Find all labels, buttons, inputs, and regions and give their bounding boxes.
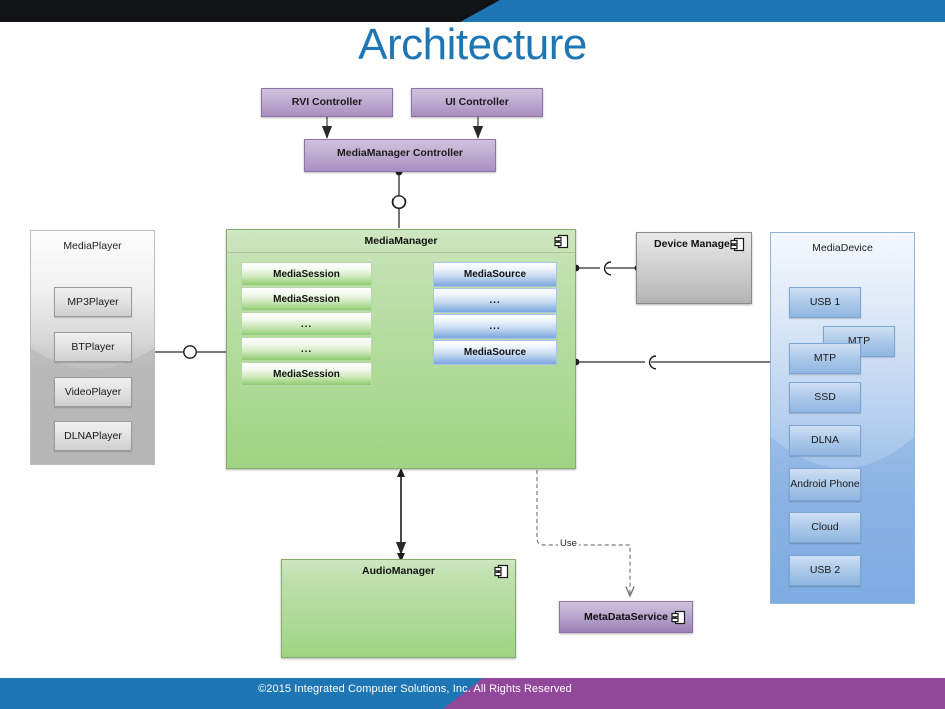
chip-label: DLNAPlayer	[64, 429, 122, 442]
mediasource-label: MediaSource	[463, 347, 527, 358]
mediasession-label: ...	[300, 318, 313, 330]
mediasession-bar[interactable]: MediaSession	[241, 287, 372, 311]
chip-cloud[interactable]: Cloud	[789, 512, 861, 543]
ui-controller-label: UI Controller	[445, 96, 509, 108]
chip-label: MP3Player	[67, 295, 119, 308]
chip-mtp-front[interactable]: MTP	[789, 343, 861, 374]
mediasession-label: MediaSession	[273, 368, 340, 380]
chip-label: DLNA	[810, 434, 839, 447]
mediasession-bar[interactable]: ...	[241, 337, 372, 361]
chip-ssd[interactable]: SSD	[789, 382, 861, 413]
chip-label: USB 1	[809, 296, 841, 309]
chip-label: USB 2	[809, 564, 841, 577]
device-manager-component[interactable]: Device Manager	[636, 232, 752, 304]
chip-usb-2[interactable]: USB 2	[789, 555, 861, 586]
component-icon	[730, 237, 745, 252]
mediasource-bar[interactable]: ...	[433, 314, 557, 339]
metadataservice-title-bar: MetaDataService	[560, 602, 692, 632]
chip-dlnaplayer[interactable]: DLNAPlayer	[54, 421, 132, 451]
mediasource-bar[interactable]: ...	[433, 288, 557, 313]
mediaplayer-panel[interactable]: MediaPlayer MP3Player BTPlayer VideoPlay…	[30, 230, 155, 465]
chip-android-phone[interactable]: Android Phone	[789, 468, 861, 501]
mediasession-group: MediaSession MediaSession ... ... MediaS…	[241, 262, 372, 386]
mediasource-label: ...	[489, 295, 501, 306]
chip-btplayer[interactable]: BTPlayer	[54, 332, 132, 362]
mediasource-label: ...	[489, 321, 501, 332]
chip-label: VideoPlayer	[64, 385, 122, 398]
mediadevice-panel-title: MediaDevice	[812, 242, 873, 254]
chip-mp3player[interactable]: MP3Player	[54, 287, 132, 317]
mediasession-bar[interactable]: MediaSession	[241, 362, 372, 386]
device-manager-label: Device Manager	[654, 238, 734, 250]
mediasource-group: MediaSource ... ... MediaSource	[433, 262, 557, 365]
mediamanager-controller-box[interactable]: MediaManager Controller	[304, 139, 496, 172]
metadataservice-label: MetaDataService	[583, 611, 669, 623]
mediadevice-panel[interactable]: MediaDevice USB 1 MTP MTP SSD DLNA Andro…	[770, 232, 915, 604]
chip-label: MTP	[813, 352, 837, 365]
ui-controller-box[interactable]: UI Controller	[411, 88, 543, 117]
use-relation-label: Use	[558, 538, 579, 549]
metadataservice-component[interactable]: MetaDataService	[559, 601, 693, 633]
audiomanager-label: AudioManager	[362, 565, 435, 577]
component-icon	[671, 610, 686, 625]
audiomanager-title-bar: AudioManager	[282, 560, 515, 582]
rvi-controller-box[interactable]: RVI Controller	[261, 88, 393, 117]
mediamanager-controller-label: MediaManager Controller	[336, 147, 464, 159]
mediamanager-label: MediaManager	[364, 235, 438, 247]
mediasource-label: MediaSource	[463, 269, 527, 280]
mediaplayer-panel-title: MediaPlayer	[63, 240, 122, 252]
page-title: Architecture	[358, 20, 587, 69]
chip-usb-1[interactable]: USB 1	[789, 287, 861, 318]
chip-videoplayer[interactable]: VideoPlayer	[54, 377, 132, 407]
component-icon	[554, 234, 569, 249]
mediasource-bar[interactable]: MediaSource	[433, 262, 557, 287]
rvi-controller-label: RVI Controller	[291, 96, 363, 108]
mediamanager-title-bar: MediaManager	[227, 230, 575, 253]
audiomanager-component[interactable]: AudioManager	[281, 559, 516, 658]
mediamanager-component[interactable]: MediaManager MediaSession MediaSession .…	[226, 229, 576, 469]
chip-label: Android Phone	[790, 478, 860, 491]
chip-dlna[interactable]: DLNA	[789, 425, 861, 456]
mediasession-bar[interactable]: MediaSession	[241, 262, 372, 286]
chip-label: BTPlayer	[71, 340, 115, 353]
slide-architecture: Architecture RVI Controller UI Controlle…	[0, 0, 945, 709]
mediasource-bar[interactable]: MediaSource	[433, 340, 557, 365]
component-icon	[494, 564, 509, 579]
mediasession-bar[interactable]: ...	[241, 312, 372, 336]
mediasession-label: MediaSession	[273, 268, 340, 280]
chip-label: SSD	[814, 391, 836, 404]
footer-copyright: ©2015 Integrated Computer Solutions, Inc…	[258, 683, 572, 695]
chip-label: Cloud	[811, 521, 839, 534]
top-decoration-bar	[0, 0, 945, 22]
mediasession-label: ...	[300, 343, 313, 355]
mediasession-label: MediaSession	[273, 293, 340, 305]
device-manager-title-bar: Device Manager	[637, 233, 751, 255]
